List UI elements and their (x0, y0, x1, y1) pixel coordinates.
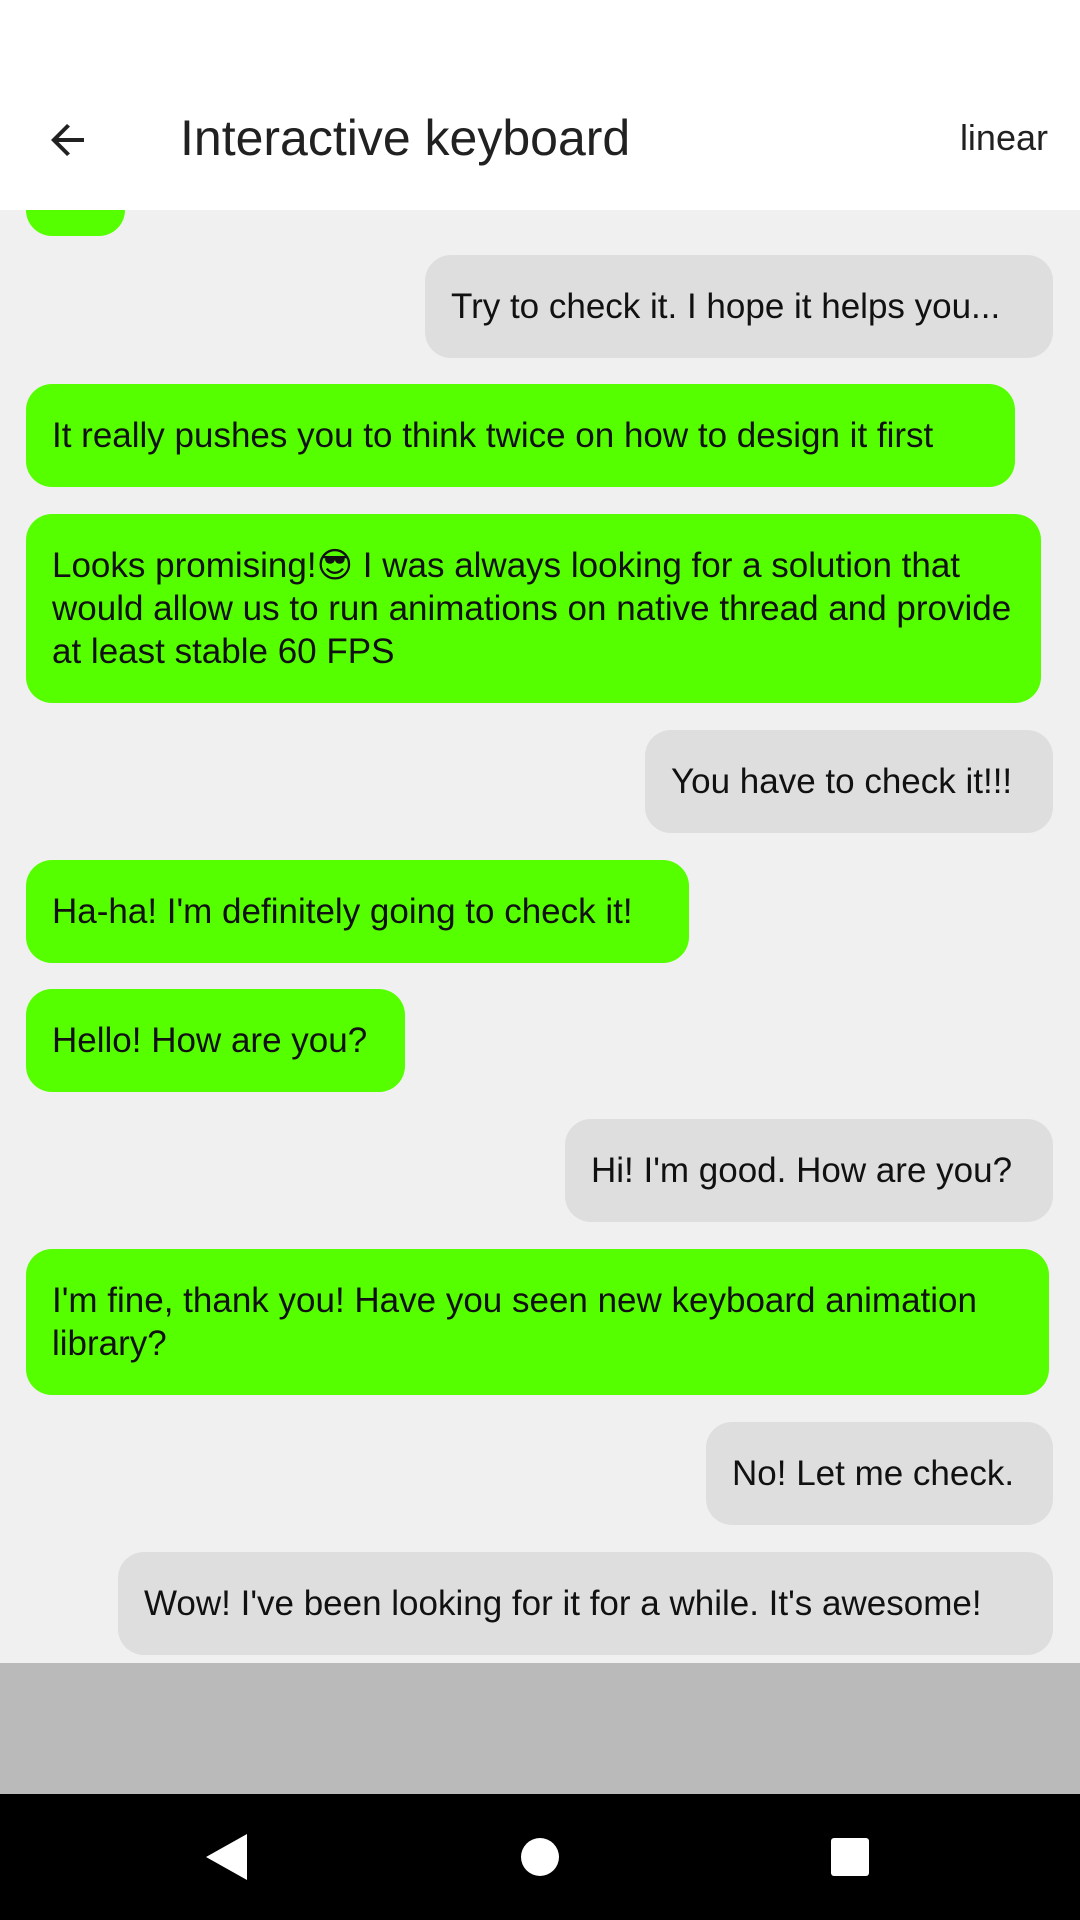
chat-message-received: Looks promising!😎 I was always looking f… (26, 514, 1041, 703)
linear-toggle-button[interactable]: linear (960, 106, 1048, 170)
circle-home-icon (521, 1838, 559, 1876)
status-bar (0, 0, 1080, 82)
square-recents-icon (831, 1838, 869, 1876)
app-bar: Interactive keyboard linear (0, 82, 1080, 210)
nav-back-button[interactable] (194, 1825, 258, 1889)
chat-message-sent: Wow! I've been looking for it for a whil… (118, 1552, 1053, 1655)
back-button[interactable] (32, 104, 104, 176)
chat-message-received: Ha-ha! I'm definitely going to check it! (26, 860, 689, 963)
keyboard-placeholder (0, 1663, 1080, 1794)
chat-message-sent: No! Let me check. (706, 1422, 1053, 1525)
page-title: Interactive keyboard (180, 110, 631, 166)
nav-recents-button[interactable] (818, 1825, 882, 1889)
chat-message-received: I'm fine, thank you! Have you seen new k… (26, 1249, 1049, 1395)
arrow-left-icon (51, 124, 84, 156)
chat-message-sent: You have to check it!!! (645, 730, 1053, 833)
chat-message-list[interactable]: Try to check it. I hope it helps you... … (0, 210, 1080, 1663)
chat-message-received: It really pushes you to think twice on h… (26, 384, 1015, 487)
nav-home-button[interactable] (508, 1825, 572, 1889)
chat-message-sent: Try to check it. I hope it helps you... (425, 255, 1053, 358)
chat-message-received: Hello! How are you? (26, 989, 405, 1092)
system-navigation-bar (0, 1794, 1080, 1920)
chat-message-sent: Hi! I'm good. How are you? (565, 1119, 1053, 1222)
triangle-back-icon (206, 1834, 247, 1880)
chat-message-received (26, 210, 125, 236)
